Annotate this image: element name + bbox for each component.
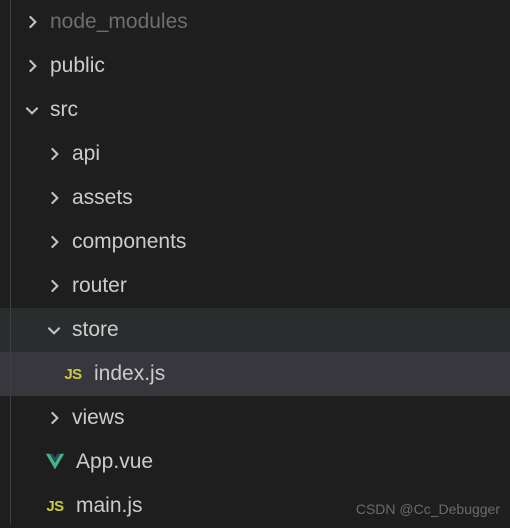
- folder-label: assets: [72, 186, 133, 210]
- chevron-right-icon: [42, 406, 66, 430]
- folder-label: store: [72, 318, 119, 342]
- folder-store[interactable]: store: [0, 308, 510, 352]
- vue-icon: [42, 449, 68, 475]
- folder-api[interactable]: api: [0, 132, 510, 176]
- file-app-vue[interactable]: App.vue: [0, 440, 510, 484]
- chevron-down-icon: [20, 98, 44, 122]
- chevron-right-icon: [42, 186, 66, 210]
- file-tree: node_modules public src api assets compo…: [0, 0, 510, 528]
- file-main-js[interactable]: JS main.js: [0, 484, 510, 528]
- folder-src[interactable]: src: [0, 88, 510, 132]
- chevron-right-icon: [42, 274, 66, 298]
- folder-label: src: [50, 98, 78, 122]
- js-icon: JS: [42, 493, 68, 519]
- folder-router[interactable]: router: [0, 264, 510, 308]
- folder-components[interactable]: components: [0, 220, 510, 264]
- folder-assets[interactable]: assets: [0, 176, 510, 220]
- chevron-right-icon: [42, 230, 66, 254]
- js-icon: JS: [60, 361, 86, 387]
- folder-node-modules[interactable]: node_modules: [0, 0, 510, 44]
- folder-label: public: [50, 54, 105, 78]
- folder-label: router: [72, 274, 127, 298]
- folder-label: node_modules: [50, 10, 188, 34]
- file-label: main.js: [76, 494, 143, 518]
- file-label: index.js: [94, 362, 165, 386]
- folder-label: views: [72, 406, 125, 430]
- folder-label: api: [72, 142, 100, 166]
- file-label: App.vue: [76, 450, 153, 474]
- folder-views[interactable]: views: [0, 396, 510, 440]
- chevron-right-icon: [20, 54, 44, 78]
- chevron-down-icon: [42, 318, 66, 342]
- chevron-right-icon: [20, 10, 44, 34]
- chevron-right-icon: [42, 142, 66, 166]
- folder-label: components: [72, 230, 186, 254]
- file-index-js[interactable]: JS index.js: [0, 352, 510, 396]
- folder-public[interactable]: public: [0, 44, 510, 88]
